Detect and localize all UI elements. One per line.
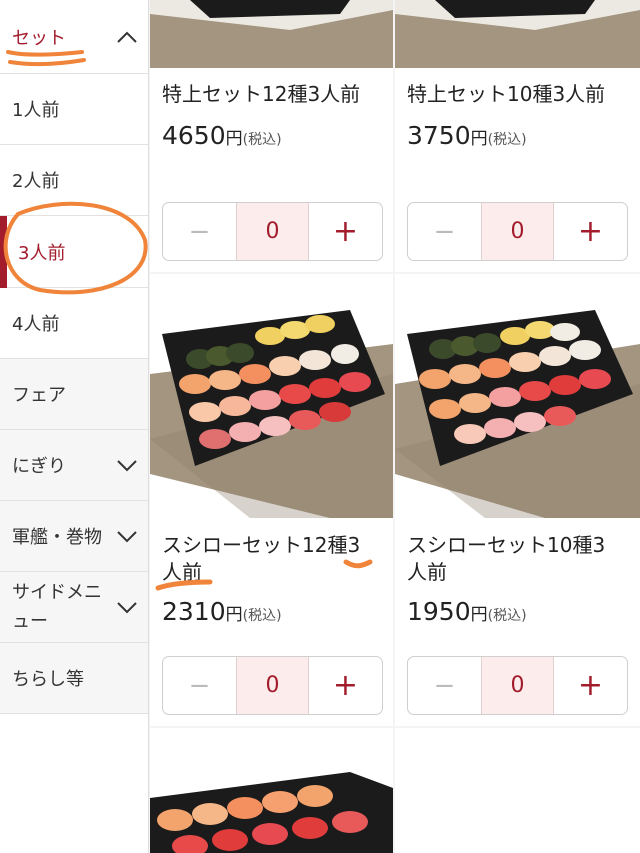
sidebar-item-label: 3人前 [18, 242, 66, 264]
decrement-button[interactable]: − [163, 657, 236, 714]
chevron-down-icon [117, 531, 137, 543]
product-price: 4650円(税込) [162, 121, 282, 150]
product-name[interactable]: スシローセット10種3 人前 [407, 532, 617, 586]
decrement-button[interactable]: − [408, 657, 481, 714]
product-image[interactable] [395, 274, 640, 518]
increment-button[interactable]: + [309, 203, 382, 260]
decrement-button[interactable]: − [408, 203, 481, 260]
empty-grid-cell [395, 728, 640, 853]
sidebar-item-nigiri[interactable]: にぎり [0, 430, 148, 501]
quantity-value: 0 [481, 657, 554, 714]
sidebar-item-chirashi[interactable]: ちらし等 [0, 643, 148, 714]
product-price: 3750円(税込) [407, 121, 527, 150]
sidebar-item-label: 1人前 [12, 100, 60, 121]
quantity-value: 0 [236, 203, 309, 260]
product-image[interactable] [395, 0, 640, 68]
product-card[interactable] [150, 728, 393, 853]
sidebar-item-label: ちらし等 [12, 669, 84, 690]
quantity-stepper: − 0 + [162, 202, 383, 261]
selected-indicator [0, 216, 7, 288]
sidebar-item-3-person[interactable]: 3人前 [0, 216, 148, 288]
decrement-button[interactable]: − [163, 203, 236, 260]
sidebar-item-2-person[interactable]: 2人前 [0, 145, 148, 216]
product-image[interactable] [150, 274, 393, 518]
increment-button[interactable]: + [554, 657, 627, 714]
increment-button[interactable]: + [554, 203, 627, 260]
product-grid: 特上セット12種3人前 4650円(税込) − 0 + 特上セット10種3人前 … [149, 0, 640, 853]
sidebar-item-label: フェア [12, 385, 66, 406]
product-price: 1950円(税込) [407, 597, 527, 626]
sidebar-item-label: セット [12, 27, 66, 49]
product-card[interactable]: 特上セット12種3人前 4650円(税込) − 0 + [150, 0, 393, 272]
increment-button[interactable]: + [309, 657, 382, 714]
sidebar-item-1-person[interactable]: 1人前 [0, 74, 148, 145]
product-card[interactable]: スシローセット10種3 人前 1950円(税込) − 0 + [395, 274, 640, 726]
sidebar-item-gunkan-maki[interactable]: 軍艦・巻物 [0, 501, 148, 572]
quantity-value: 0 [481, 203, 554, 260]
product-image[interactable] [150, 728, 393, 853]
quantity-value: 0 [236, 657, 309, 714]
sidebar-item-label: 軍艦・巻物 [12, 527, 102, 548]
chevron-down-icon [117, 602, 137, 614]
quantity-stepper: − 0 + [407, 202, 628, 261]
product-name[interactable]: 特上セット10種3人前 [407, 81, 617, 108]
quantity-stepper: − 0 + [407, 656, 628, 715]
sidebar-item-label: 2人前 [12, 171, 60, 192]
product-name[interactable]: スシローセット12種3 人前 [162, 532, 372, 586]
product-price: 2310円(税込) [162, 597, 282, 626]
sidebar-item-label: 4人前 [12, 314, 60, 335]
sidebar-item-label: にぎり [12, 456, 66, 477]
product-name[interactable]: 特上セット12種3人前 [162, 81, 372, 108]
chevron-down-icon [117, 460, 137, 472]
sidebar-item-fair[interactable]: フェア [0, 359, 148, 430]
category-sidebar: セット 1人前 2人前 3人前 4人前 フェア にぎり 軍艦・巻物 サイドメニ … [0, 0, 149, 853]
product-card[interactable]: スシローセット12種3 人前 2310円(税込) − 0 + [150, 274, 393, 726]
product-image[interactable] [150, 0, 393, 68]
sidebar-item-side-menu[interactable]: サイドメニ ュー [0, 572, 148, 643]
sidebar-item-set[interactable]: セット [0, 0, 148, 74]
sidebar-item-label: サイドメニ ュー [12, 582, 102, 632]
quantity-stepper: − 0 + [162, 656, 383, 715]
chevron-up-icon [117, 31, 137, 43]
sidebar-item-4-person[interactable]: 4人前 [0, 288, 148, 359]
product-card[interactable]: 特上セット10種3人前 3750円(税込) − 0 + [395, 0, 640, 272]
